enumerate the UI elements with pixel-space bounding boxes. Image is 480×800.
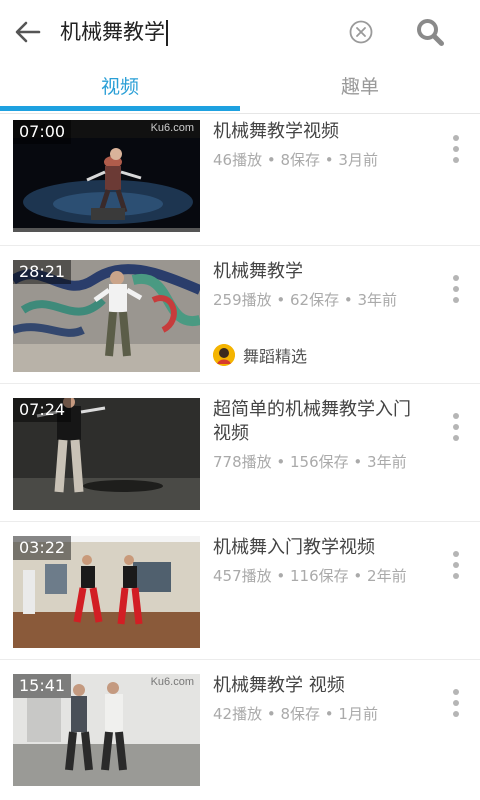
video-duration: 28:21 — [13, 260, 72, 284]
video-meta: 457播放 • 116保存 • 2年前 — [213, 567, 407, 585]
video-thumbnail[interactable]: 03:22 — [13, 536, 200, 648]
video-title[interactable]: 超简单的机械舞教学入门视频 — [213, 398, 428, 446]
more-options-button[interactable] — [444, 272, 468, 306]
video-list: 07:00 Ku6.com 机械舞教学视频 46播放 • 8保存 • 3月前 2… — [0, 114, 480, 800]
result-tabs: 视频 趣单 — [0, 64, 480, 114]
video-duration: 03:22 — [13, 536, 72, 560]
channel-name: 舞蹈精选 — [243, 347, 308, 366]
arrow-left-icon — [15, 21, 41, 43]
video-title[interactable]: 机械舞教学 — [213, 260, 428, 284]
channel-avatar — [213, 344, 235, 366]
active-tab-indicator — [0, 106, 240, 111]
video-thumbnail[interactable]: 28:21 — [13, 260, 200, 372]
text-cursor — [166, 20, 168, 46]
video-duration: 15:41 — [13, 674, 72, 698]
thumbnail-watermark: Ku6.com — [150, 676, 194, 688]
video-thumbnail[interactable]: 07:00 Ku6.com — [13, 120, 200, 232]
more-options-button[interactable] — [444, 686, 468, 720]
list-item[interactable]: 28:21 机械舞教学 259播放 • 62保存 • 3年前 舞蹈精选 — [0, 246, 480, 384]
video-meta: 46播放 • 8保存 • 3月前 — [213, 151, 378, 169]
video-meta: 259播放 • 62保存 • 3年前 — [213, 291, 398, 309]
video-title[interactable]: 机械舞教学 视频 — [213, 674, 428, 698]
more-options-button[interactable] — [444, 548, 468, 582]
search-icon — [417, 19, 444, 46]
video-title[interactable]: 机械舞入门教学视频 — [213, 536, 428, 560]
video-duration: 07:24 — [13, 398, 72, 422]
video-thumbnail[interactable]: 07:24 — [13, 398, 200, 510]
thumbnail-watermark: Ku6.com — [150, 122, 194, 134]
tab-videos[interactable]: 视频 — [0, 64, 240, 110]
more-options-button[interactable] — [444, 132, 468, 166]
list-item[interactable]: 03:22 机械舞入门教学视频 457播放 • 116保存 • 2年前 — [0, 522, 480, 660]
video-title[interactable]: 机械舞教学视频 — [213, 120, 428, 144]
search-input[interactable]: 机械舞教学 — [60, 16, 168, 48]
list-item[interactable]: 07:00 Ku6.com 机械舞教学视频 46播放 • 8保存 • 3月前 — [0, 114, 480, 246]
back-button[interactable] — [8, 12, 48, 52]
search-bar: 机械舞教学 — [0, 0, 480, 64]
video-meta: 778播放 • 156保存 • 3年前 — [213, 453, 407, 471]
search-query: 机械舞教学 — [60, 20, 165, 44]
video-meta: 42播放 • 8保存 • 1月前 — [213, 705, 378, 723]
clear-search-button[interactable] — [346, 17, 376, 47]
video-thumbnail[interactable]: 15:41 Ku6.com — [13, 674, 200, 786]
tab-playlists[interactable]: 趣单 — [240, 64, 480, 110]
list-item[interactable]: 15:41 Ku6.com 机械舞教学 视频 42播放 • 8保存 • 1月前 — [0, 660, 480, 800]
channel-link[interactable]: 舞蹈精选 — [213, 342, 307, 368]
clear-circle-icon — [349, 20, 373, 44]
video-duration: 07:00 — [13, 120, 72, 144]
more-options-button[interactable] — [444, 410, 468, 444]
search-button[interactable] — [412, 14, 448, 50]
more-vertical-icon-dot — [453, 135, 459, 141]
list-item[interactable]: 07:24 超简单的机械舞教学入门视频 778播放 • 156保存 • 3年前 — [0, 384, 480, 522]
